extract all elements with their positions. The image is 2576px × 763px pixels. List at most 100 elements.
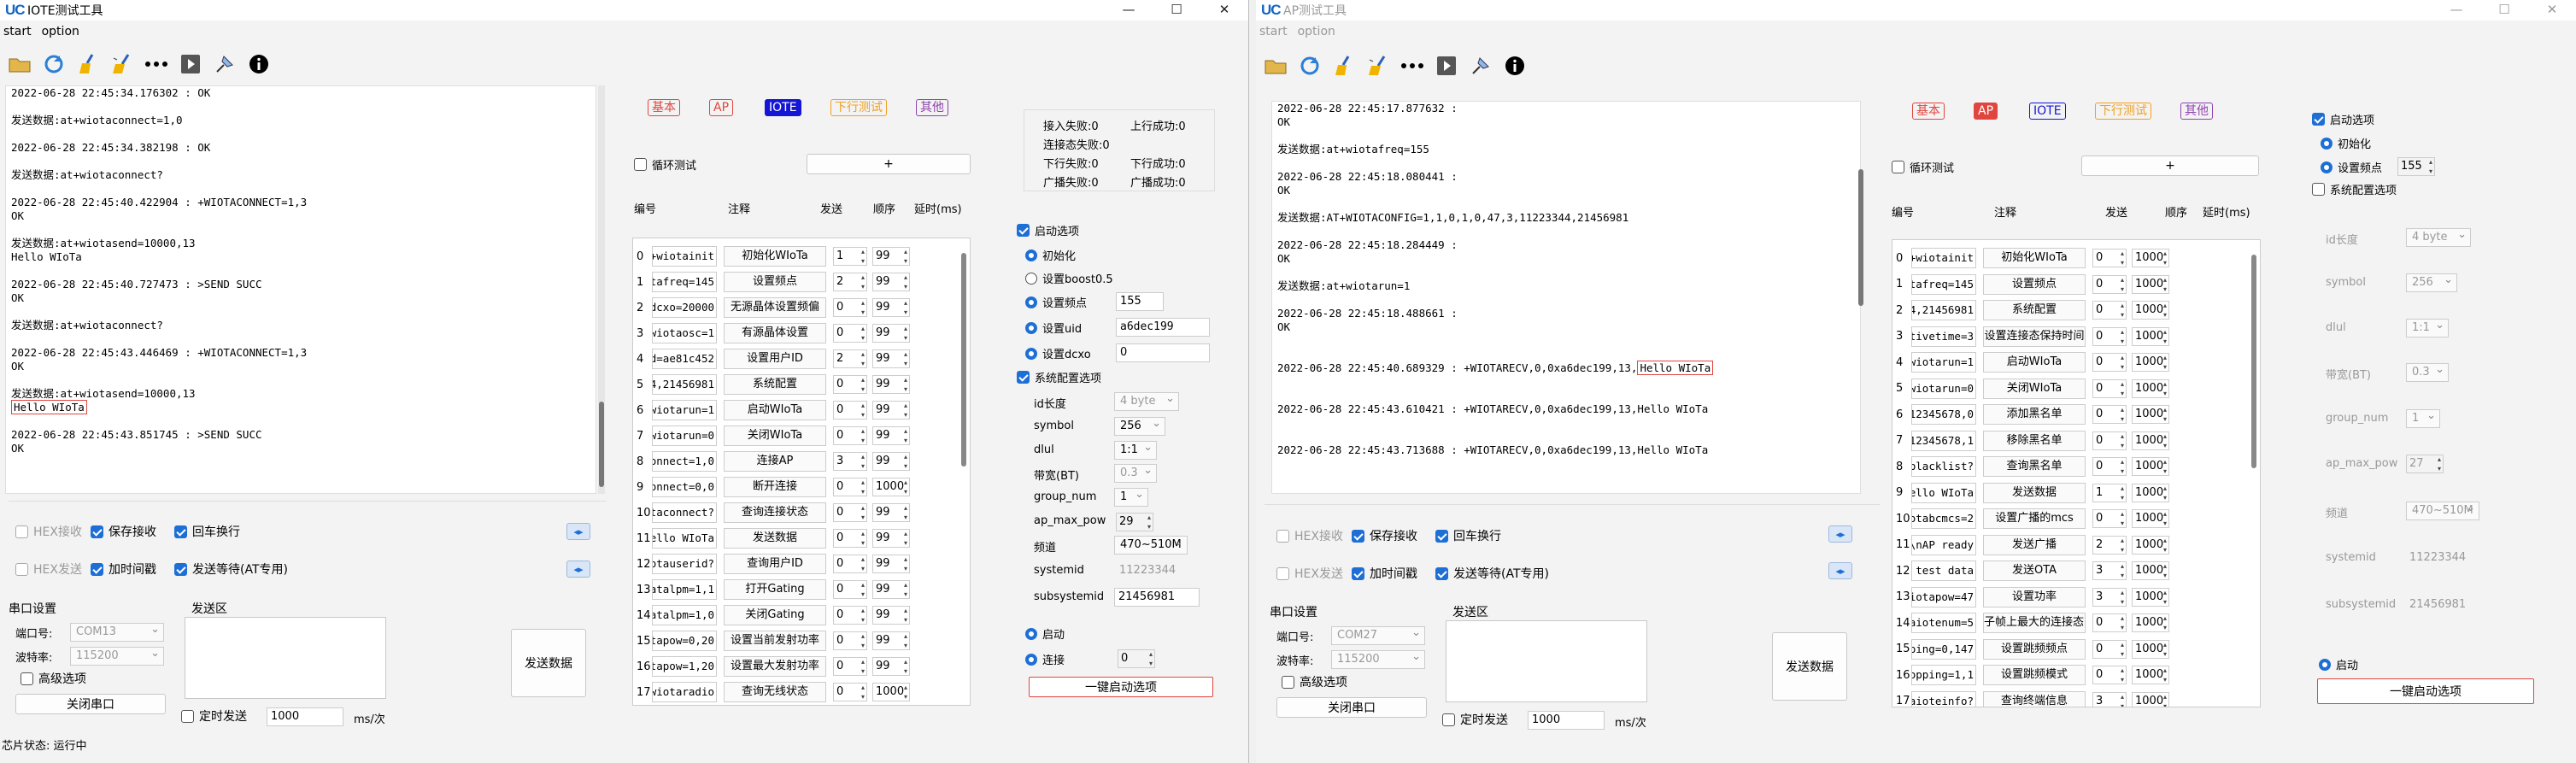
command-input[interactable]: at+wiotaosc=1 (652, 323, 717, 343)
delay-spin[interactable]: 1000 (2132, 613, 2169, 632)
expand-send-button[interactable]: ◂▸ (1828, 562, 1852, 579)
menu-option[interactable]: option (38, 23, 86, 42)
loop-test-checkbox[interactable] (1892, 161, 1904, 173)
send-command-button[interactable]: 添加黑名单 (1983, 404, 2086, 425)
band-select[interactable]: 470~510M (1114, 534, 1188, 555)
port-select[interactable]: COM27 (1331, 625, 1425, 645)
delay-spin[interactable]: 1000 (2132, 666, 2169, 684)
table-scrollbar[interactable] (960, 253, 967, 475)
tab-iote[interactable]: IOTE (765, 99, 801, 116)
freq-option[interactable]: 设置频点 (1025, 294, 1087, 310)
delay-spin[interactable]: 99 (872, 401, 910, 420)
command-input[interactable]: at+wiotablacklist=0x12345678,1 (1911, 430, 1976, 451)
hex-recv-checkbox[interactable] (15, 525, 28, 538)
loop-test-option[interactable]: 循环测试 (634, 156, 696, 173)
command-input[interactable]: at+wiotarun=0 (1911, 378, 1976, 399)
send-command-button[interactable]: 断开连接 (724, 477, 826, 497)
hex-send-option[interactable]: HEX发送 (15, 561, 82, 578)
minimize-icon[interactable]: — (1105, 0, 1153, 21)
sys-config-checkbox[interactable] (2312, 183, 2325, 196)
order-spin[interactable]: 0 (2092, 457, 2127, 476)
bt-select[interactable]: 0.3 (1114, 462, 1157, 483)
boost-option[interactable]: 设置boost0.5 (1025, 270, 1113, 286)
band-select[interactable]: 470~510M (2406, 500, 2479, 520)
order-spin[interactable]: 2 (833, 273, 867, 291)
init-radio[interactable] (1025, 249, 1037, 261)
send-command-button[interactable]: 初始化WIoTa (724, 246, 826, 267)
start-radio[interactable] (1025, 627, 1037, 640)
order-spin[interactable]: 0 (833, 478, 867, 496)
interval-input[interactable]: 1000 (267, 707, 343, 726)
newline-checkbox[interactable] (174, 525, 187, 538)
send-command-button[interactable]: 设置广播的mcs (1983, 508, 2086, 529)
timestamp-option[interactable]: 加时间戳 (1352, 565, 1417, 582)
boost-radio[interactable] (1025, 272, 1037, 285)
order-spin[interactable]: 3 (2092, 691, 2127, 707)
add-row-button[interactable]: + (807, 154, 971, 174)
delay-spin[interactable]: 1000 (872, 683, 910, 701)
send-command-button[interactable]: 关闭WIoTa (724, 426, 826, 446)
broom-icon[interactable] (73, 50, 103, 78)
send-command-button[interactable]: 连接AP (724, 451, 826, 472)
send-command-button[interactable]: 发送数据 (1983, 482, 2086, 503)
command-input[interactable]: at+wiotadcxo=20000 (652, 297, 717, 318)
oneclick-start-button[interactable]: 一键启动选项 (2317, 678, 2534, 704)
broom-icon[interactable] (1329, 52, 1358, 79)
order-spin[interactable]: 0 (833, 503, 867, 522)
start-option[interactable]: 启动 (1025, 625, 1065, 642)
close-icon[interactable]: ✕ (2528, 0, 2576, 21)
timed-send-checkbox[interactable] (1442, 713, 1455, 726)
expand-recv-button[interactable]: ◂▸ (1828, 525, 1852, 543)
init-radio[interactable] (2321, 137, 2332, 150)
delay-spin[interactable]: 1000 (2132, 353, 2169, 372)
dcxo-input[interactable]: 0 (1116, 343, 1210, 362)
delay-spin[interactable]: 1000 (2132, 301, 2169, 320)
send-wait-checkbox[interactable] (1435, 566, 1448, 580)
newline-option[interactable]: 回车换行 (1435, 527, 1501, 544)
group-select[interactable]: 1 (2406, 408, 2440, 428)
folder-icon[interactable] (5, 50, 34, 78)
send-command-button[interactable]: 设置最大发射功率 (724, 656, 826, 677)
dcxo-option[interactable]: 设置dcxo (1025, 345, 1091, 361)
delay-spin[interactable]: 99 (872, 247, 910, 266)
send-command-button[interactable]: 设置用户ID (724, 349, 826, 369)
dlul-select[interactable]: 1:1 (1114, 439, 1157, 460)
close-port-button[interactable]: 关闭串口 (15, 694, 166, 714)
hex-send-option[interactable]: HEX发送 (1276, 565, 1343, 582)
advanced-option[interactable]: 高级选项 (1282, 673, 1347, 690)
delay-spin[interactable]: 99 (872, 555, 910, 573)
delay-spin[interactable]: 99 (872, 298, 910, 317)
send-command-button[interactable]: 启动WIoTa (724, 400, 826, 420)
broom-clear-icon[interactable] (1364, 52, 1393, 79)
id-len-select[interactable]: 4 byte (2406, 226, 2471, 247)
order-spin[interactable]: 0 (2092, 431, 2127, 450)
delay-spin[interactable]: 99 (872, 503, 910, 522)
uid-input[interactable]: a6dec199 (1116, 318, 1210, 337)
order-spin[interactable]: 0 (833, 324, 867, 343)
order-spin[interactable]: 1 (833, 247, 867, 266)
command-input[interactable]: at+wiotarun=1 (652, 400, 717, 420)
command-input[interactable]: at+wiotaconnect=0,0 (652, 477, 717, 497)
timed-send-option[interactable]: 定时发送 (181, 707, 247, 725)
hex-recv-option[interactable]: HEX接收 (15, 523, 82, 540)
order-spin[interactable]: 0 (833, 529, 867, 548)
command-input[interactable]: at+wiotauserid? (652, 554, 717, 574)
log-scrollbar[interactable] (598, 85, 605, 494)
sys-config-toggle[interactable]: 系统配置选项 (1017, 369, 1101, 385)
advanced-option[interactable]: 高级选项 (21, 670, 86, 687)
advanced-checkbox[interactable] (1282, 675, 1294, 689)
order-spin[interactable]: 0 (833, 426, 867, 445)
command-input[interactable]: at+wiotaradio (652, 682, 717, 702)
order-spin[interactable]: 2 (833, 349, 867, 368)
delay-spin[interactable]: 1000 (2132, 457, 2169, 476)
baud-select[interactable]: 115200 (1331, 649, 1425, 669)
send-command-button[interactable]: 查询连接状态 (724, 502, 826, 523)
log-scrollbar[interactable] (1857, 101, 1864, 494)
minimize-icon[interactable]: — (2432, 0, 2480, 21)
freq-radio[interactable] (1025, 296, 1037, 308)
hex-send-checkbox[interactable] (1276, 566, 1289, 580)
start-option[interactable]: 启动 (2319, 656, 2358, 672)
start-options-checkbox[interactable] (2312, 113, 2325, 126)
send-command-button[interactable]: 移除黑名单 (1983, 430, 2086, 451)
send-command-button[interactable]: 关闭WIoTa (1983, 378, 2086, 399)
